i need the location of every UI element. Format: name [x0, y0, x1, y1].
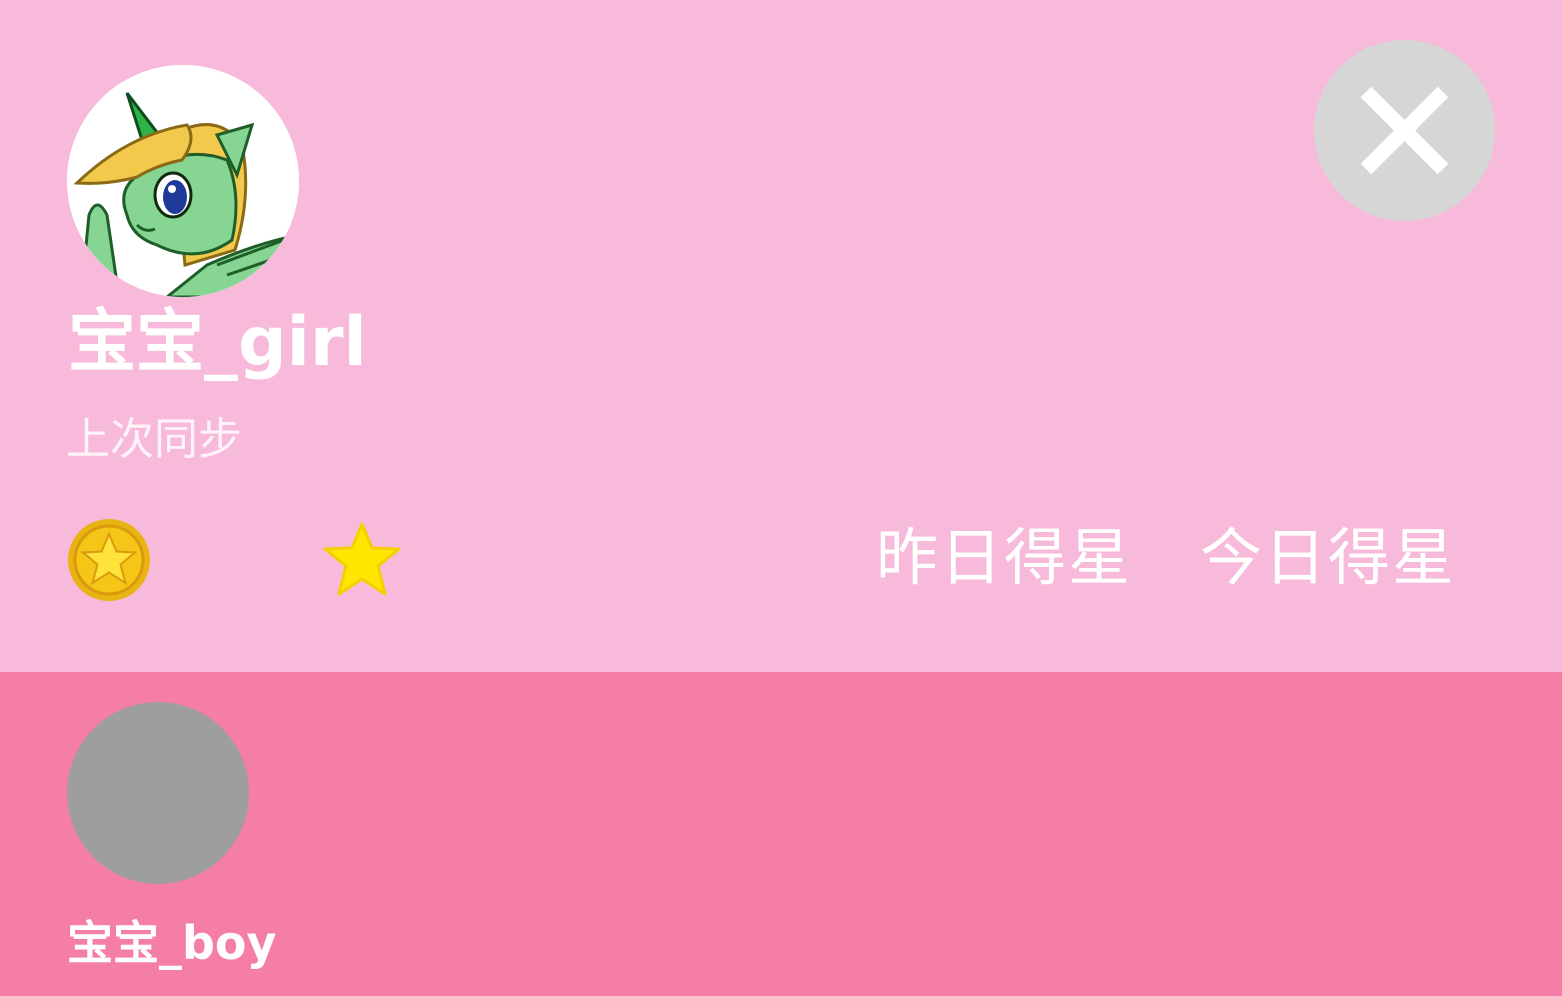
close-button[interactable]	[1314, 40, 1495, 221]
other-user-name: 宝宝_boy	[67, 916, 277, 970]
coin-icon	[67, 518, 151, 602]
last-sync-label: 上次同步	[66, 414, 242, 465]
user-name: 宝宝_girl	[68, 303, 367, 382]
star-icon	[323, 522, 401, 596]
unicorn-avatar-image	[67, 65, 299, 297]
today-stars-label: 今日得星	[1200, 521, 1457, 594]
yesterday-stars-label: 昨日得星	[876, 521, 1133, 594]
user-avatar[interactable]	[67, 65, 299, 297]
close-icon	[1360, 86, 1449, 175]
other-user-avatar[interactable]	[67, 702, 249, 884]
